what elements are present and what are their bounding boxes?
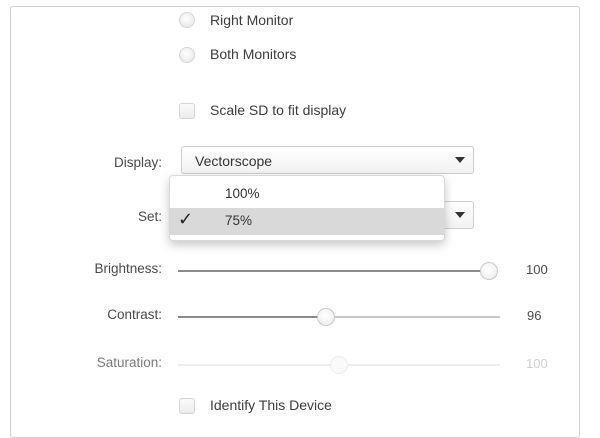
saturation-value: 100 (526, 356, 548, 371)
saturation-slider-thumb (330, 356, 348, 374)
contrast-slider-fill (178, 316, 327, 318)
chevron-down-icon (455, 157, 465, 163)
identify-device-label: Identify This Device (210, 397, 332, 413)
brightness-label: Brightness: (94, 261, 162, 276)
display-select-value: Vectorscope (195, 153, 273, 169)
scale-sd-checkbox[interactable] (179, 103, 195, 119)
contrast-value: 96 (527, 308, 542, 323)
brightness-slider-fill (178, 270, 489, 272)
contrast-slider[interactable] (178, 308, 500, 326)
chevron-down-icon (455, 212, 465, 218)
identify-device-checkbox[interactable] (179, 398, 195, 414)
checkmark-icon: ✓ (178, 209, 194, 229)
menu-item-100[interactable]: 100% (170, 181, 444, 208)
set-label: Set: (137, 209, 162, 224)
menu-item-label: 100% (225, 186, 260, 201)
both-monitors-radio[interactable] (179, 47, 195, 63)
menu-item-75[interactable]: ✓ 75% (170, 208, 444, 235)
contrast-label: Contrast: (107, 307, 162, 322)
both-monitors-label: Both Monitors (210, 46, 297, 62)
right-monitor-label: Right Monitor (210, 12, 294, 28)
display-label: Display: (113, 155, 162, 170)
contrast-slider-thumb[interactable] (317, 308, 336, 326)
brightness-value: 100 (526, 262, 548, 277)
display-select[interactable]: Vectorscope (181, 146, 474, 174)
right-monitor-radio[interactable] (179, 12, 195, 28)
saturation-slider-fill (178, 364, 339, 366)
set-dropdown-menu: 100% ✓ 75% (169, 175, 445, 241)
menu-item-label: 75% (225, 213, 253, 228)
brightness-slider[interactable] (178, 262, 498, 280)
saturation-slider (178, 356, 500, 374)
scale-sd-label: Scale SD to fit display (210, 102, 347, 118)
saturation-label: Saturation: (96, 355, 162, 370)
brightness-slider-thumb[interactable] (480, 262, 498, 280)
